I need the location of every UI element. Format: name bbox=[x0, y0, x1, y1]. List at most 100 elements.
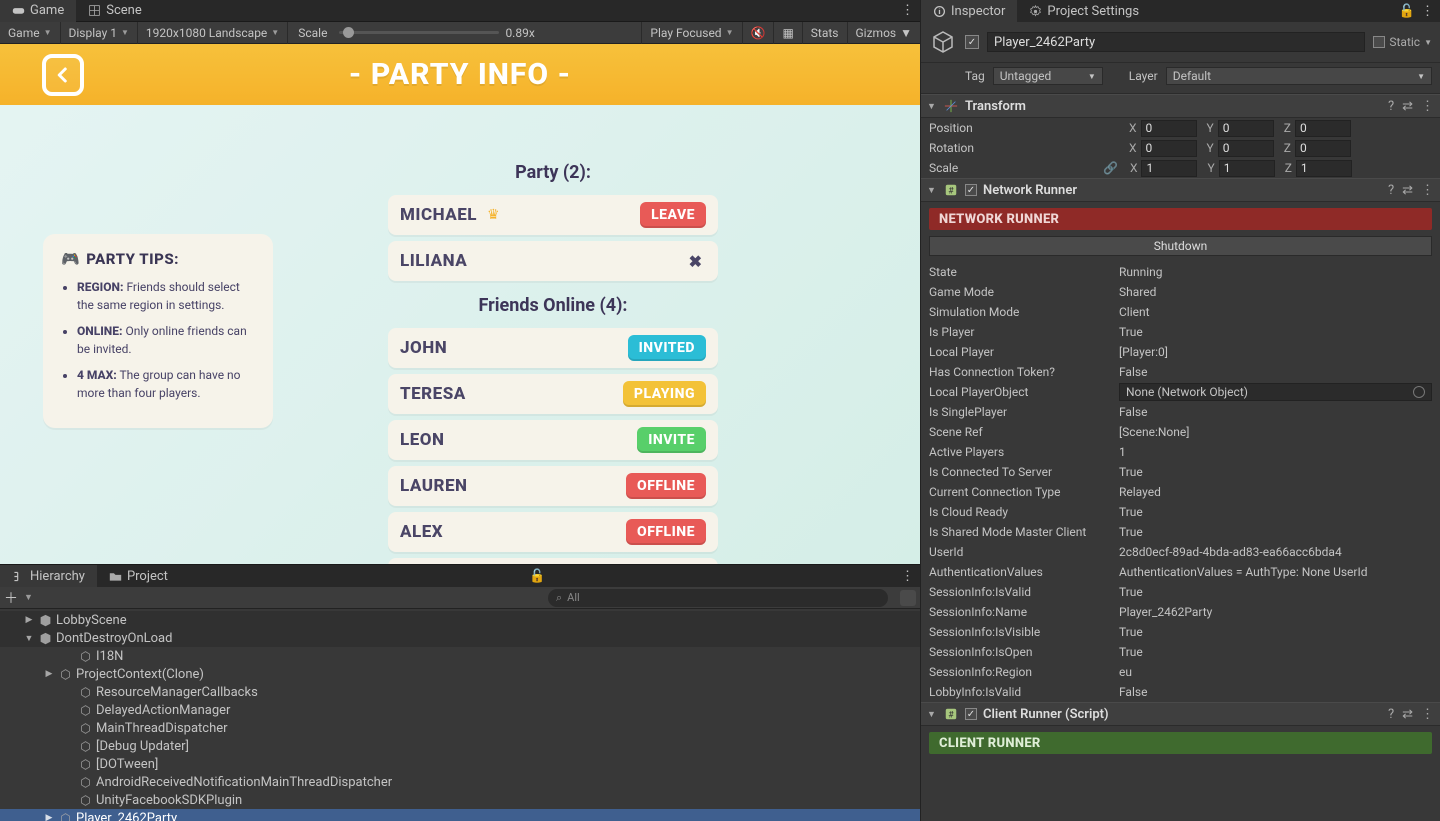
inspector-property-row: Is Shared Mode Master ClientTrue bbox=[921, 522, 1440, 542]
inspector-menu-icon[interactable]: ⋮ bbox=[1421, 4, 1434, 19]
client-runner-enabled-checkbox[interactable]: ✓ bbox=[965, 708, 977, 720]
hierarchy-row-label: UnityFacebookSDKPlugin bbox=[96, 793, 242, 808]
party-tips-card: 🎮 PARTY TIPS: REGION: Friends should sel… bbox=[43, 234, 273, 428]
gameobject-name-field[interactable]: Player_2462Party bbox=[987, 32, 1365, 52]
tab-hierarchy[interactable]: Hierarchy bbox=[0, 565, 97, 587]
play-mode-dropdown[interactable]: Play Focused▼ bbox=[641, 22, 741, 44]
hierarchy-row[interactable]: [Debug Updater] bbox=[0, 737, 920, 755]
game-target-dropdown[interactable]: Game▼ bbox=[0, 22, 61, 44]
y-field[interactable]: 1 bbox=[1219, 160, 1275, 177]
y-field[interactable]: 0 bbox=[1218, 120, 1274, 137]
resolution-dropdown[interactable]: 1920x1080 Landscape▼ bbox=[138, 22, 288, 44]
tab-inspector[interactable]: Inspector bbox=[921, 0, 1017, 22]
hierarchy-row[interactable]: UnityFacebookSDKPlugin bbox=[0, 791, 920, 809]
tag-dropdown[interactable]: Untagged▼ bbox=[993, 67, 1103, 85]
chevron-left-icon bbox=[54, 66, 72, 84]
inspector-property-row: AuthenticationValuesAuthenticationValues… bbox=[921, 562, 1440, 582]
friend-row: JOHNINVITED bbox=[388, 328, 718, 368]
back-button[interactable] bbox=[42, 54, 84, 96]
gameobject-active-checkbox[interactable]: ✓ bbox=[965, 35, 979, 49]
create-button[interactable]: ＋ bbox=[4, 588, 18, 608]
frame-debugger-button[interactable]: ▦ bbox=[773, 22, 801, 44]
disclosure-icon[interactable]: ▶ bbox=[44, 813, 54, 821]
preset-icon[interactable]: ⇄ bbox=[1402, 183, 1413, 198]
hierarchy-row[interactable]: MainThreadDispatcher bbox=[0, 719, 920, 737]
fold-icon: ▼ bbox=[927, 709, 937, 720]
component-menu-icon[interactable]: ⋮ bbox=[1421, 99, 1434, 114]
property-label: Is SinglePlayer bbox=[929, 405, 1111, 419]
tab-scene[interactable]: Scene bbox=[76, 0, 154, 22]
hierarchy-search[interactable]: ⌕ All bbox=[548, 589, 888, 607]
hierarchy-row[interactable]: DelayedActionManager bbox=[0, 701, 920, 719]
inspector-property-row: Simulation ModeClient bbox=[921, 302, 1440, 322]
friend-row: LEONINVITE bbox=[388, 420, 718, 460]
object-picker-icon[interactable] bbox=[1413, 386, 1425, 398]
inspector-property-row: LobbyInfo:IsValidFalse bbox=[921, 682, 1440, 702]
friends-section-title: Friends Online (4): bbox=[388, 295, 718, 316]
help-icon[interactable]: ? bbox=[1388, 183, 1394, 198]
component-menu-icon[interactable]: ⋮ bbox=[1421, 707, 1434, 722]
hierarchy-row[interactable]: ▶ProjectContext(Clone) bbox=[0, 665, 920, 683]
hierarchy-row-label: I18N bbox=[96, 649, 123, 664]
hierarchy-row[interactable]: [DOTween] bbox=[0, 755, 920, 773]
preset-icon[interactable]: ⇄ bbox=[1402, 99, 1413, 114]
property-label: Scene Ref bbox=[929, 425, 1111, 439]
disclosure-icon[interactable]: ▼ bbox=[24, 633, 34, 644]
hierarchy-row[interactable]: AndroidReceivedNotificationMainThreadDis… bbox=[0, 773, 920, 791]
help-icon[interactable]: ? bbox=[1388, 99, 1394, 114]
preset-icon[interactable]: ⇄ bbox=[1402, 707, 1413, 722]
hierarchy-row[interactable]: I18N bbox=[0, 647, 920, 665]
tab-hierarchy-label: Hierarchy bbox=[30, 569, 85, 584]
stats-toggle[interactable]: Stats bbox=[802, 22, 847, 44]
network-runner-header[interactable]: ▼ # ✓ Network Runner ? ⇄ ⋮ bbox=[921, 178, 1440, 202]
shutdown-button[interactable]: Shutdown bbox=[929, 236, 1432, 256]
leave-button[interactable]: LEAVE bbox=[640, 202, 706, 228]
y-field[interactable]: 0 bbox=[1218, 140, 1274, 157]
svg-text:#: # bbox=[948, 187, 954, 197]
object-field[interactable]: None (Network Object) bbox=[1119, 383, 1432, 401]
mute-audio-button[interactable]: 🔇 bbox=[742, 22, 774, 44]
display-dropdown[interactable]: Display 1▼ bbox=[61, 22, 138, 44]
x-field[interactable]: 0 bbox=[1141, 120, 1197, 137]
disclosure-icon[interactable]: ▶ bbox=[24, 615, 34, 625]
hierarchy-row[interactable]: ResourceManagerCallbacks bbox=[0, 683, 920, 701]
network-runner-enabled-checkbox[interactable]: ✓ bbox=[965, 184, 977, 196]
create-dropdown-icon[interactable]: ▼ bbox=[24, 592, 33, 603]
friend-name: ALEX bbox=[400, 522, 443, 542]
x-field[interactable]: 1 bbox=[1141, 160, 1197, 177]
z-field[interactable]: 0 bbox=[1295, 120, 1351, 137]
fold-icon: ▼ bbox=[927, 101, 937, 112]
x-field[interactable]: 0 bbox=[1141, 140, 1197, 157]
component-menu-icon[interactable]: ⋮ bbox=[1421, 183, 1434, 198]
static-checkbox[interactable] bbox=[1373, 36, 1385, 48]
hierarchy-row[interactable]: ▶LobbyScene bbox=[0, 611, 920, 629]
hierarchy-filter-button[interactable] bbox=[900, 590, 916, 606]
layer-label: Layer bbox=[1129, 69, 1158, 83]
hierarchy-row[interactable]: ▼DontDestroyOnLoad bbox=[0, 629, 920, 647]
hierarchy-row[interactable]: ▶Player_2462Party bbox=[0, 809, 920, 821]
friend-row: SANDRAINVITED bbox=[388, 558, 718, 564]
transform-header[interactable]: ▼ Transform ? ⇄ ⋮ bbox=[921, 94, 1440, 118]
tab-game[interactable]: Game bbox=[0, 0, 76, 22]
client-runner-header[interactable]: ▼ # ✓ Client Runner (Script) ? ⇄ ⋮ bbox=[921, 702, 1440, 726]
inspector-property-row: Current Connection TypeRelayed bbox=[921, 482, 1440, 502]
constrain-proportions-icon[interactable]: 🔗 bbox=[1103, 161, 1118, 175]
inspector-property-row: SessionInfo:IsOpenTrue bbox=[921, 642, 1440, 662]
hierarchy-menu-icon[interactable]: ⋮ bbox=[895, 569, 920, 584]
layer-dropdown[interactable]: Default▼ bbox=[1166, 67, 1432, 85]
tab-project[interactable]: Project bbox=[97, 565, 180, 587]
z-field[interactable]: 1 bbox=[1296, 160, 1352, 177]
inspector-lock-icon[interactable]: 🔓 bbox=[1399, 4, 1415, 19]
tabstrip-menu-icon[interactable]: ⋮ bbox=[895, 3, 920, 18]
disclosure-icon[interactable]: ▶ bbox=[44, 669, 54, 679]
tab-project-settings[interactable]: Project Settings bbox=[1017, 0, 1151, 22]
help-icon[interactable]: ? bbox=[1388, 707, 1394, 722]
hierarchy-lock-icon[interactable]: 🔓 bbox=[523, 569, 551, 584]
z-field[interactable]: 0 bbox=[1295, 140, 1351, 157]
scale-slider[interactable] bbox=[339, 31, 499, 34]
static-dropdown[interactable]: Static▼ bbox=[1373, 35, 1432, 49]
gizmos-dropdown[interactable]: Gizmos▼ bbox=[847, 22, 921, 44]
gameobject-icon[interactable] bbox=[929, 28, 957, 56]
remove-member-button[interactable]: ✖ bbox=[685, 252, 706, 271]
friend-status-invite[interactable]: INVITE bbox=[637, 427, 706, 453]
